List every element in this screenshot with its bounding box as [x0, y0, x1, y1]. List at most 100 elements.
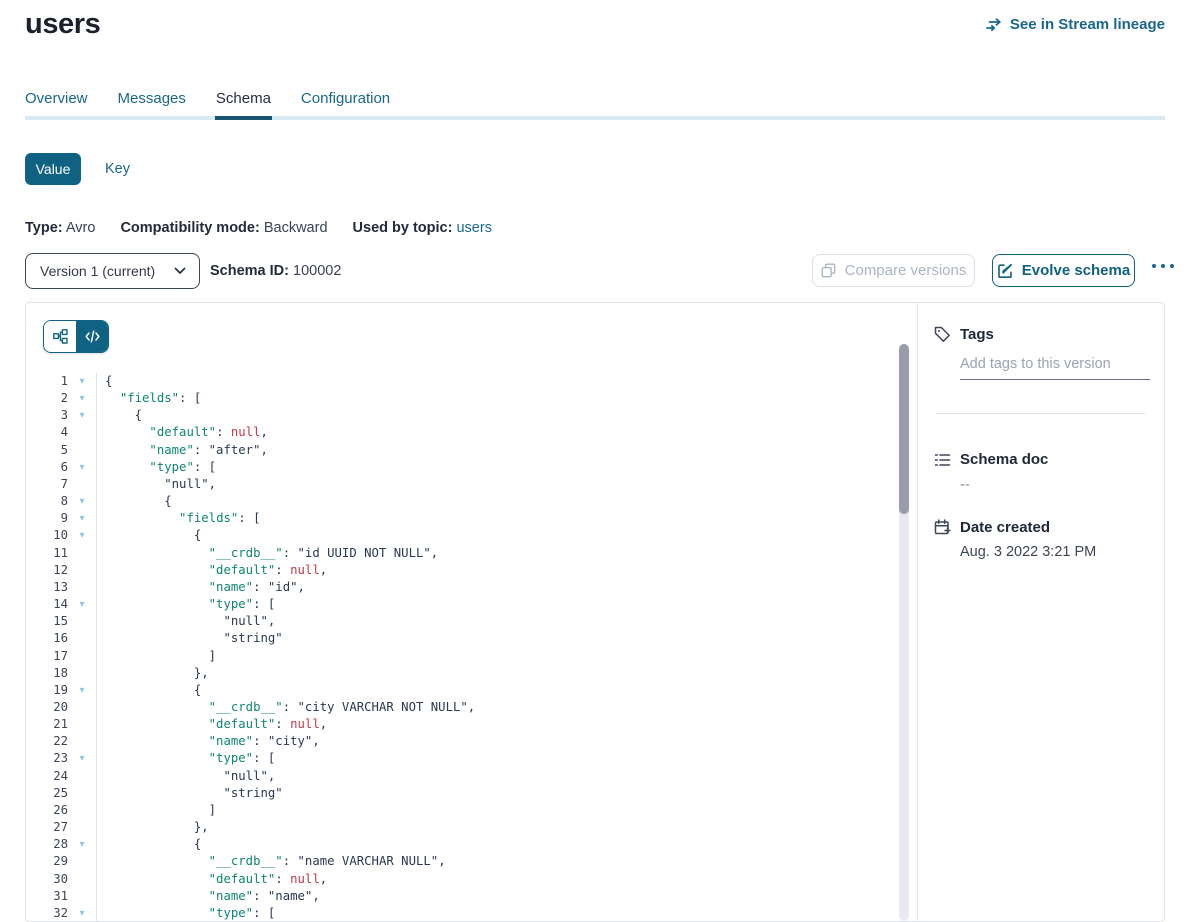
code-text: "type": [ [97, 750, 275, 767]
code-view-button[interactable] [76, 321, 108, 352]
code-line: 30 "default": null, [26, 871, 901, 888]
edit-icon [997, 263, 1013, 279]
line-number: 32 [26, 905, 68, 921]
fold-spacer [68, 802, 97, 819]
code-text: "string" [97, 630, 283, 647]
code-view-icon [85, 330, 100, 343]
fold-arrow-icon[interactable]: ▾ [68, 750, 97, 767]
code-line: 12 "default": null, [26, 562, 901, 579]
evolve-schema-button[interactable]: Evolve schema [992, 254, 1135, 287]
code-text: "__crdb__": "name VARCHAR NULL", [97, 853, 446, 870]
value-toggle-button[interactable]: Value [25, 153, 81, 185]
line-number: 15 [26, 613, 68, 630]
line-number: 10 [26, 527, 68, 544]
schema-doc-title: Schema doc [960, 451, 1048, 468]
code-line: 5 "name": "after", [26, 442, 901, 459]
more-options-button[interactable] [1146, 258, 1180, 274]
fold-arrow-icon[interactable]: ▾ [68, 527, 97, 544]
stream-lineage-link[interactable]: See in Stream lineage [986, 16, 1165, 33]
line-number: 17 [26, 648, 68, 665]
sidebar-divider [936, 413, 1146, 414]
code-line: 15 "null", [26, 613, 901, 630]
line-number: 13 [26, 579, 68, 596]
compare-versions-button[interactable]: Compare versions [812, 254, 975, 287]
schema-id: Schema ID: 100002 [210, 263, 341, 279]
code-text: "default": null, [97, 716, 327, 733]
tab-track [25, 116, 1165, 120]
fold-spacer [68, 579, 97, 596]
version-select-value: Version 1 (current) [40, 263, 155, 279]
tree-view-icon [53, 329, 68, 344]
tab-messages[interactable]: Messages [118, 89, 186, 108]
line-number: 29 [26, 853, 68, 870]
compatibility-label: Compatibility mode: [120, 220, 259, 236]
line-number: 22 [26, 733, 68, 750]
code-line: 2▾ "fields": [ [26, 390, 901, 407]
code-text: ] [97, 648, 216, 665]
code-line: 11 "__crdb__": "id UUID NOT NULL", [26, 545, 901, 562]
fold-arrow-icon[interactable]: ▾ [68, 836, 97, 853]
code-line: 27 }, [26, 819, 901, 836]
fold-spacer [68, 648, 97, 665]
add-tags-input[interactable] [960, 356, 1150, 380]
fold-arrow-icon[interactable]: ▾ [68, 407, 97, 424]
code-line: 25 "string" [26, 785, 901, 802]
fold-spacer [68, 545, 97, 562]
fold-arrow-icon[interactable]: ▾ [68, 493, 97, 510]
line-number: 7 [26, 476, 68, 493]
key-toggle-button[interactable]: Key [105, 161, 130, 177]
tab-overview[interactable]: Overview [25, 89, 88, 108]
tab-configuration[interactable]: Configuration [301, 89, 390, 108]
schema-sidebar: Tags Schema doc -- [917, 303, 1164, 921]
line-number: 5 [26, 442, 68, 459]
fold-arrow-icon[interactable]: ▾ [68, 510, 97, 527]
fold-spacer [68, 733, 97, 750]
fold-spacer [68, 630, 97, 647]
tab-schema[interactable]: Schema [216, 89, 271, 108]
schema-doc-section-header: Schema doc [934, 451, 1150, 468]
tags-section-header: Tags [934, 326, 1150, 343]
code-line: 13 "name": "id", [26, 579, 901, 596]
line-number: 23 [26, 750, 68, 767]
fold-arrow-icon[interactable]: ▾ [68, 373, 97, 390]
code-line: 29 "__crdb__": "name VARCHAR NULL", [26, 853, 901, 870]
editor-scrollbar-track[interactable] [899, 344, 909, 921]
topic-link[interactable]: users [456, 220, 491, 236]
chevron-down-icon [174, 267, 186, 275]
code-text: }, [97, 819, 209, 836]
code-line: 7 "null", [26, 476, 901, 493]
line-number: 12 [26, 562, 68, 579]
tree-view-button[interactable] [44, 321, 76, 352]
fold-arrow-icon[interactable]: ▾ [68, 905, 97, 921]
stream-lineage-label: See in Stream lineage [1010, 16, 1165, 33]
code-text: { [97, 527, 201, 544]
fold-arrow-icon[interactable]: ▾ [68, 459, 97, 476]
schema-id-label: Schema ID: [210, 263, 289, 279]
fold-spacer [68, 665, 97, 682]
compatibility-value: Backward [264, 220, 328, 236]
schema-id-value: 100002 [293, 263, 341, 279]
editor-scrollbar-thumb[interactable] [899, 344, 909, 514]
code-text: "default": null, [97, 424, 268, 441]
line-number: 18 [26, 665, 68, 682]
line-number: 16 [26, 630, 68, 647]
fold-arrow-icon[interactable]: ▾ [68, 390, 97, 407]
fold-arrow-icon[interactable]: ▾ [68, 596, 97, 613]
code-line: 10▾ { [26, 527, 901, 544]
fold-spacer [68, 442, 97, 459]
fold-arrow-icon[interactable]: ▾ [68, 682, 97, 699]
line-number: 27 [26, 819, 68, 836]
line-number: 20 [26, 699, 68, 716]
editor-view-toggle [43, 320, 109, 353]
code-line: 9▾ "fields": [ [26, 510, 901, 527]
fold-spacer [68, 562, 97, 579]
fold-spacer [68, 768, 97, 785]
line-number: 3 [26, 407, 68, 424]
fold-spacer [68, 716, 97, 733]
version-select[interactable]: Version 1 (current) [25, 253, 200, 289]
line-number: 11 [26, 545, 68, 562]
page-title: users [25, 8, 100, 41]
code-text: "fields": [ [97, 390, 201, 407]
code-line: 16 "string" [26, 630, 901, 647]
tag-icon [934, 326, 951, 343]
